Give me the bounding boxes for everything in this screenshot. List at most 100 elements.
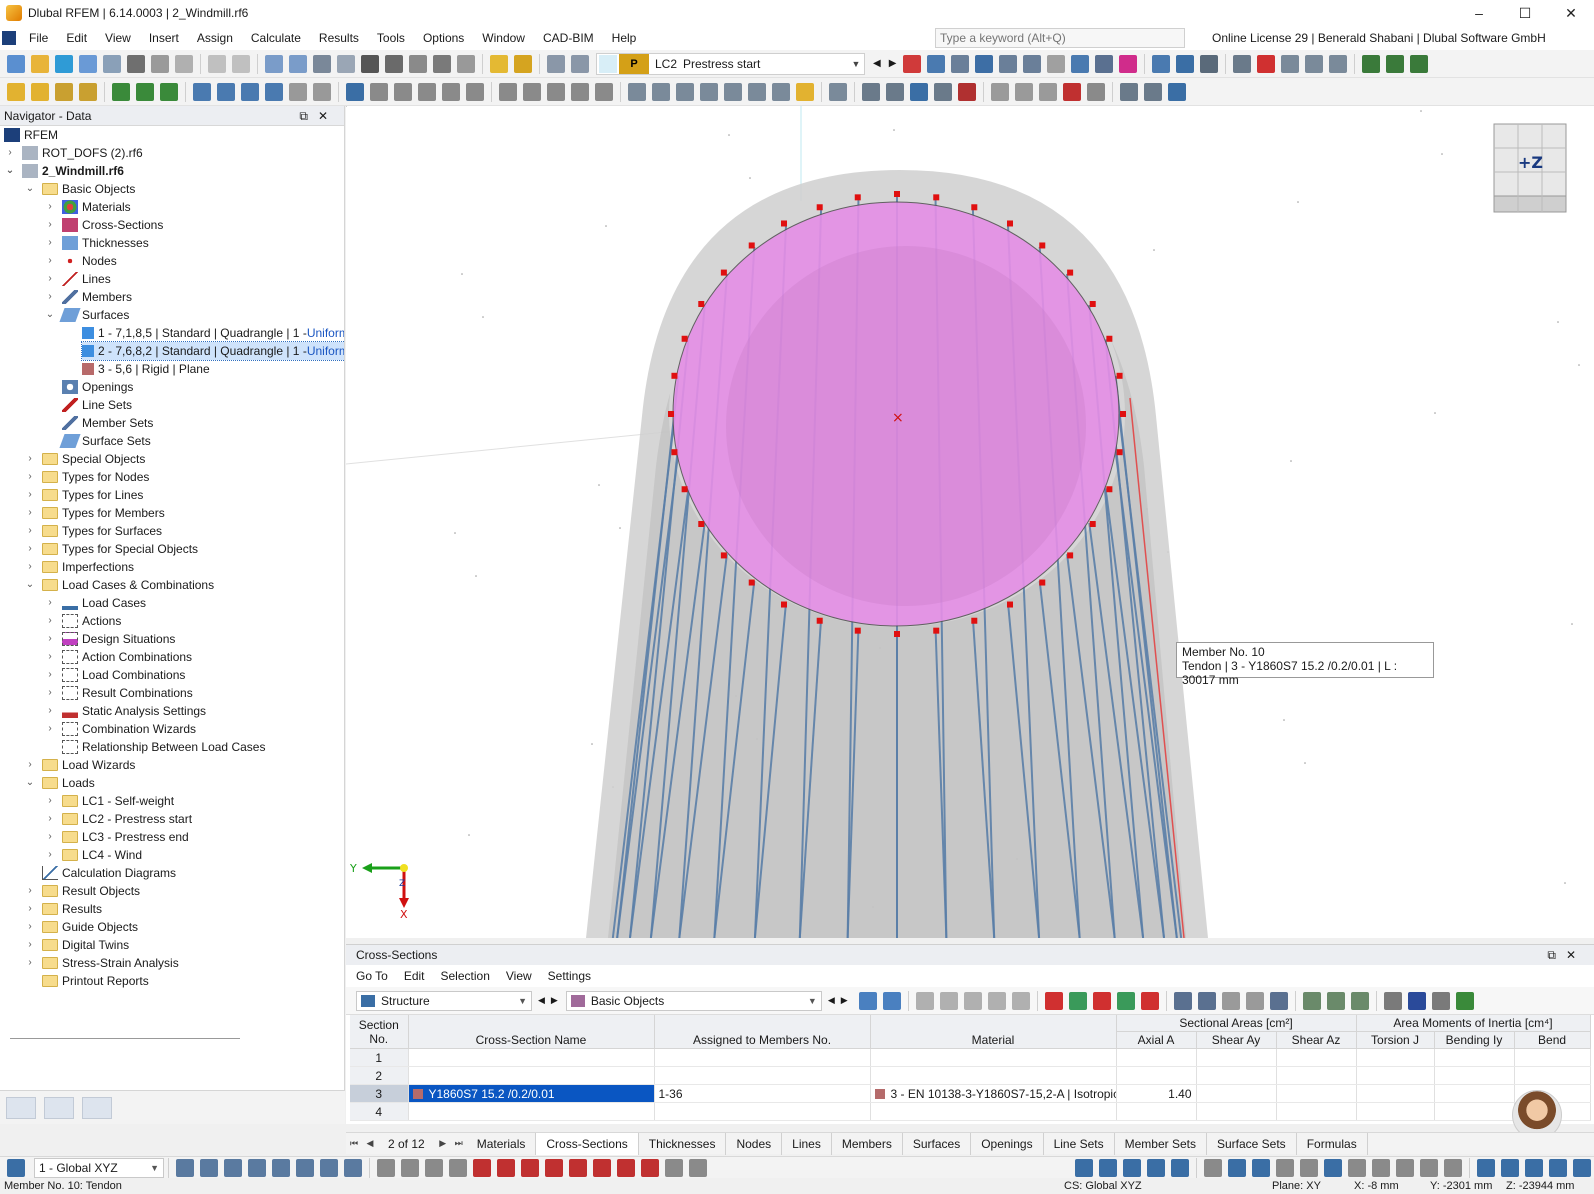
layer-stack3-icon[interactable] <box>1168 82 1186 101</box>
grid2-icon[interactable] <box>939 991 958 1010</box>
project-icon[interactable] <box>796 82 814 101</box>
open-file-icon[interactable] <box>31 54 49 73</box>
import-icon[interactable] <box>1116 991 1135 1010</box>
axis-y-icon[interactable] <box>1386 54 1405 73</box>
result-values-icon[interactable] <box>1119 54 1138 73</box>
tree-root[interactable]: RFEM <box>4 126 58 144</box>
coordinate-system-combo[interactable]: 1 - Global XYZ ▼ <box>34 1157 164 1178</box>
menu-go-to[interactable]: Go To <box>356 969 388 983</box>
tree-lines[interactable]: › Lines <box>44 270 111 288</box>
arc-icon[interactable] <box>370 82 388 101</box>
tree-types-lines[interactable]: › Types for Lines <box>24 486 143 504</box>
undo-icon[interactable] <box>208 54 226 73</box>
close-panel-icon[interactable]: ✕ <box>318 109 338 123</box>
delete-row-icon[interactable] <box>1044 991 1063 1010</box>
grid4-icon[interactable] <box>987 991 1006 1010</box>
tab-nodes[interactable]: Nodes <box>726 1132 783 1155</box>
tree-action-combinations[interactable]: › Action Combinations <box>44 648 192 666</box>
draw4-icon[interactable] <box>449 1158 467 1177</box>
osnap5-icon[interactable] <box>1300 1158 1318 1177</box>
mirror-tool-icon[interactable] <box>1039 82 1057 101</box>
excel2-icon[interactable] <box>1326 991 1345 1010</box>
restore-panel-icon[interactable]: ⧉ <box>299 109 318 123</box>
material-cell[interactable]: 3 - EN 10138-3-Y1860S7-15,2-A | Isotropi… <box>891 1087 1116 1101</box>
columns-icon[interactable] <box>1173 991 1192 1010</box>
osnap2-icon[interactable] <box>1228 1158 1246 1177</box>
tree-load-wizards[interactable]: › Load Wizards <box>24 756 135 774</box>
view-mode2-icon[interactable] <box>1099 1158 1117 1177</box>
dimension-icon[interactable] <box>313 54 331 73</box>
save-all-icon[interactable] <box>103 54 121 73</box>
col-assigned-members[interactable]: Assigned to Members No. <box>654 1015 871 1049</box>
tab-thicknesses[interactable]: Thicknesses <box>639 1132 727 1155</box>
hatch-icon[interactable] <box>1200 54 1219 73</box>
draw9-icon[interactable] <box>569 1158 587 1177</box>
tree-lc3[interactable]: › LC3 - Prestress end <box>44 828 188 846</box>
insert-row-icon[interactable] <box>1068 991 1087 1010</box>
layer-stack-icon[interactable] <box>1120 82 1138 101</box>
chevron-down-icon[interactable]: ▼ <box>150 1163 159 1173</box>
tree-line-sets[interactable]: Line Sets <box>62 396 132 414</box>
menu-tools[interactable]: Tools <box>368 26 414 50</box>
tree-materials[interactable]: › Materials <box>44 198 131 216</box>
close-panel-icon[interactable]: ✕ <box>1566 948 1586 962</box>
menu-cad-bim[interactable]: CAD-BIM <box>534 26 603 50</box>
tree-openings[interactable]: Openings <box>62 378 133 396</box>
tab-lines[interactable]: Lines <box>782 1132 832 1155</box>
load-wizard-icon[interactable] <box>514 54 532 73</box>
table-row-selected[interactable]: 3 Y1860S7 15.2 /0.2/0.01 1-36 3 - EN 101… <box>350 1084 1591 1103</box>
tree-stress-strain[interactable]: › Stress-Strain Analysis <box>24 954 178 972</box>
abc-icon[interactable] <box>1197 991 1216 1010</box>
chevron-down-icon[interactable]: ⌄ <box>24 180 36 198</box>
next-page-icon[interactable]: ▶ <box>435 1138 451 1149</box>
select-icon[interactable] <box>346 82 364 101</box>
chevron-down-icon[interactable]: ▼ <box>518 996 527 1006</box>
section-icon[interactable] <box>1023 54 1042 73</box>
col-shear-az[interactable]: Shear Az <box>1276 1031 1357 1049</box>
webservice-icon[interactable] <box>457 54 475 73</box>
menu-selection[interactable]: Selection <box>441 969 490 983</box>
mesh-icon[interactable] <box>862 82 880 101</box>
cylinder-icon[interactable] <box>547 82 565 101</box>
cross-section-name-cell[interactable]: Y1860S7 15.2 /0.2/0.01 <box>429 1087 555 1101</box>
view-mode4-icon[interactable] <box>1147 1158 1165 1177</box>
draw12-icon[interactable] <box>641 1158 659 1177</box>
measure-icon[interactable] <box>829 82 847 101</box>
grid-view1-icon[interactable] <box>1477 1158 1495 1177</box>
frame-icon[interactable] <box>394 82 412 101</box>
tree-loads[interactable]: ⌄ Loads <box>24 774 95 792</box>
col-torsion-j[interactable]: Torsion J <box>1356 1031 1435 1049</box>
view-mode3-icon[interactable] <box>1123 1158 1141 1177</box>
col-cross-section-name[interactable]: Cross-Section Name <box>408 1015 655 1049</box>
assigned-members-cell[interactable]: 1-36 <box>654 1084 871 1103</box>
menu-file[interactable]: File <box>20 26 57 50</box>
table-row[interactable]: 1 <box>350 1048 1591 1067</box>
divide-icon[interactable] <box>724 82 742 101</box>
mirror-icon[interactable] <box>772 82 790 101</box>
menu-options[interactable]: Options <box>414 26 473 50</box>
draw6-icon[interactable] <box>497 1158 515 1177</box>
object-type-combo[interactable]: Basic Objects ▼ <box>565 990 822 1011</box>
tab-cross-sections[interactable]: Cross-Sections <box>536 1132 639 1155</box>
iso-lines-icon[interactable] <box>1176 54 1195 73</box>
smooth-icon[interactable] <box>1152 54 1171 73</box>
member-icon[interactable] <box>999 54 1018 73</box>
layers-icon[interactable] <box>409 54 427 73</box>
online-icon[interactable] <box>55 54 73 73</box>
draw3-icon[interactable] <box>425 1158 443 1177</box>
tab-members[interactable]: Members <box>832 1132 903 1155</box>
menu-window[interactable]: Window <box>473 26 534 50</box>
snap1-icon[interactable] <box>176 1158 194 1177</box>
tree-static-analysis-settings[interactable]: › Static Analysis Settings <box>44 702 206 720</box>
display-tab-icon[interactable] <box>44 1096 74 1119</box>
snap7-icon[interactable] <box>320 1158 338 1177</box>
layer-stack2-icon[interactable] <box>1144 82 1162 101</box>
axis-z-icon[interactable] <box>1410 54 1429 73</box>
tree-surface-sets[interactable]: Surface Sets <box>59 432 151 450</box>
report-icon[interactable] <box>175 54 193 73</box>
tree-load-cases-combinations[interactable]: ⌄ Load Cases & Combinations <box>24 576 214 594</box>
menu-table-view[interactable]: View <box>506 969 532 983</box>
maximize-button[interactable]: ☐ <box>1502 0 1548 26</box>
snap-midpoint-icon[interactable] <box>958 82 976 101</box>
table-toggle-icon[interactable] <box>289 54 307 73</box>
